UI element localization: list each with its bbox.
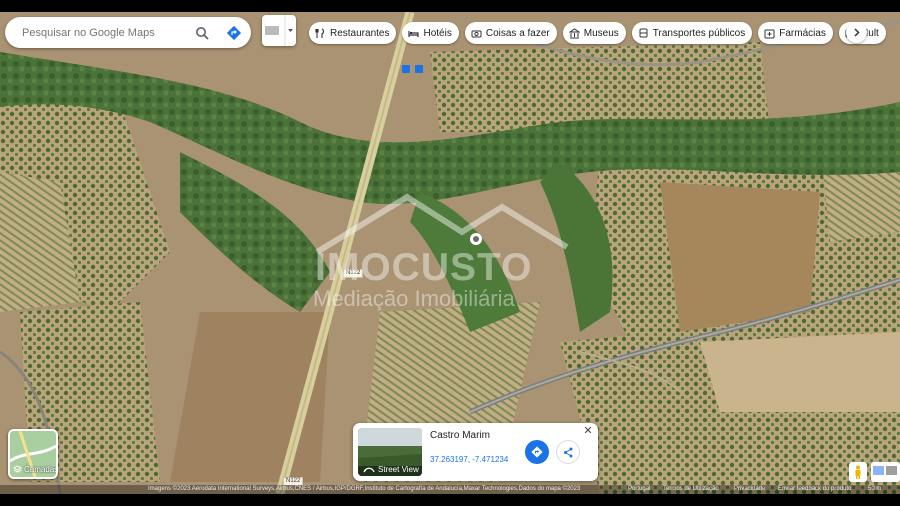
maps-app: N122 N122 IMOCUSTO Mediação Imobiliária … [0, 0, 900, 506]
share-icon [563, 447, 572, 457]
pegman-icon [855, 465, 861, 479]
street-view-label: Street View [378, 465, 419, 474]
top-black-bar [0, 0, 900, 12]
pegman-button[interactable] [849, 462, 867, 482]
place-coordinates[interactable]: 37.263197, -7.471234 [430, 455, 508, 464]
street-view-thumbnail[interactable]: Street View [358, 428, 422, 476]
directions-icon[interactable] [223, 22, 245, 44]
place-card: Street View Castro Marim 37.263197, -7.4… [353, 423, 598, 481]
chip-restaurantes[interactable]: Restaurantes [309, 22, 397, 44]
bus-icon [638, 28, 649, 39]
scale-text[interactable]: 50 m [868, 486, 881, 492]
place-title: Castro Marim [430, 430, 491, 441]
directions-arrow-icon [531, 446, 543, 458]
chip-transportes-publicos[interactable]: Transportes públicos [631, 22, 753, 44]
attribution-text: Imagens ©2023 Aerodata International Sur… [148, 486, 581, 492]
watermark-tagline: Mediação Imobiliária [313, 286, 515, 311]
keyboard-layer-button[interactable] [262, 15, 296, 46]
chip-label: Museus [583, 27, 619, 39]
share-button[interactable] [556, 440, 580, 464]
bottom-black-bar [0, 494, 900, 506]
fork-knife-icon [315, 28, 326, 39]
country-text: Portugal [628, 486, 651, 492]
chevron-right-icon [854, 28, 860, 37]
globe-icon [873, 466, 897, 475]
category-chips: Restaurantes Hotéis Coisas a fazer Museu… [309, 22, 892, 44]
directions-button[interactable] [525, 440, 549, 464]
search-icon[interactable] [191, 22, 213, 44]
layers-toggle[interactable]: Camadas [8, 429, 58, 479]
privacy-link[interactable]: Privacidade [734, 486, 765, 492]
museum-icon [568, 27, 580, 39]
chip-label: Hotéis [423, 27, 452, 39]
chip-label: Transportes públicos [652, 27, 746, 39]
transit-stop-icon [402, 65, 410, 73]
pharmacy-icon [764, 28, 775, 39]
watermark-brand: IMOCUSTO [315, 246, 533, 289]
search-box[interactable] [5, 17, 251, 48]
close-icon[interactable]: ✕ [582, 425, 594, 437]
chip-farmacias[interactable]: Farmácias [758, 22, 833, 44]
search-input[interactable] [20, 25, 189, 40]
layers-icon [13, 465, 22, 473]
chips-next-button[interactable] [846, 22, 867, 43]
street-view-link[interactable]: Street View [363, 465, 419, 474]
map-footer: Imagens ©2023 Aerodata International Sur… [0, 485, 900, 494]
layers-button: Camadas [13, 465, 58, 474]
chip-label: Restaurantes [330, 27, 390, 39]
camera-icon [471, 28, 482, 39]
chip-label: Coisas a fazer [485, 27, 550, 39]
chip-coisas-a-fazer[interactable]: Coisas a fazer [464, 22, 557, 44]
bed-icon [408, 28, 420, 39]
chip-museus[interactable]: Museus [562, 22, 626, 44]
chip-hoteis[interactable]: Hotéis [402, 22, 459, 44]
keyboard-icon [265, 15, 293, 46]
terms-link[interactable]: Termos de Utilização [663, 486, 719, 492]
layers-label: Camadas [24, 465, 58, 474]
chip-label: Farmácias [779, 27, 826, 39]
map-type-thumbnail[interactable] [871, 462, 900, 482]
feedback-link[interactable]: Enviar feedback do produto [778, 486, 851, 492]
street-view-icon [363, 467, 375, 472]
